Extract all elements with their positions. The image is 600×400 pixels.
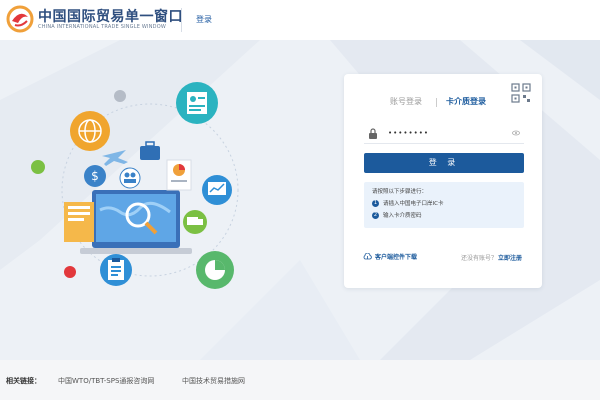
trade-illustration: $ <box>31 82 239 289</box>
lock-icon <box>369 128 377 139</box>
clipboard-icon <box>100 254 132 286</box>
related-links-label: 相关链接： <box>6 377 41 385</box>
computer-monitor-icon <box>80 190 192 254</box>
header-divider <box>181 8 182 32</box>
instruction-title: 请按照以下步骤进行： <box>372 189 428 195</box>
tab-separator <box>436 98 437 107</box>
globe-icon <box>70 111 110 151</box>
footer-link-tbt[interactable]: 中国技术贸易措施网 <box>182 376 245 386</box>
brand-subtitle: CHINA INTERNATIONAL TRADE SINGLE WINDOW <box>38 24 166 30</box>
briefcase-icon <box>140 141 160 160</box>
header-login-link[interactable]: 登录 <box>196 14 212 25</box>
presentation-chart-icon <box>202 175 232 205</box>
cloud-download-icon <box>363 253 372 260</box>
password-input[interactable] <box>388 126 498 140</box>
decorative-dot-red <box>64 266 76 278</box>
login-tabs: 账号登录 卡介质登录 <box>344 96 542 110</box>
delivery-truck-icon <box>183 210 207 234</box>
instruction-step: 2 输入卡介质密码 <box>372 211 422 219</box>
document-stack-icon <box>64 202 94 242</box>
pie-report-icon <box>166 159 192 191</box>
instruction-step: 1 请插入中国电子口岸IC卡 <box>372 199 443 207</box>
client-download-link[interactable]: 客户端控件下载 <box>363 252 417 261</box>
step-text: 请插入中国电子口岸IC卡 <box>383 201 444 207</box>
profile-card-icon <box>176 82 218 124</box>
password-field[interactable] <box>364 124 524 144</box>
svg-text:$: $ <box>91 169 99 183</box>
register-link[interactable]: 立即注册 <box>498 253 522 262</box>
dollar-icon: $ <box>84 165 106 187</box>
tab-account-login[interactable]: 账号登录 <box>390 96 422 107</box>
pie-chart-icon <box>196 251 234 289</box>
step-text: 输入卡介质密码 <box>383 213 422 219</box>
footer: 相关链接： 中国WTO/TBT-SPS通报咨询网 中国技术贸易措施网 <box>0 360 600 400</box>
step-number-badge: 1 <box>372 199 379 207</box>
no-account-text: 还没有账号？ <box>461 255 498 262</box>
instruction-box: 请按照以下步骤进行： 1 请插入中国电子口岸IC卡 2 输入卡介质密码 <box>364 182 524 228</box>
footer-link-wto[interactable]: 中国WTO/TBT-SPS通报咨询网 <box>58 376 154 386</box>
client-download-label: 客户端控件下载 <box>375 254 418 261</box>
step-number-badge: 2 <box>372 211 379 219</box>
show-password-icon[interactable] <box>512 130 520 136</box>
brand-title: 中国国际贸易单一窗口 <box>38 9 183 25</box>
top-header: 中国国际贸易单一窗口 CHINA INTERNATIONAL TRADE SIN… <box>0 0 600 40</box>
login-submit-button[interactable]: 登 录 <box>364 153 524 173</box>
airplane-icon <box>102 150 128 166</box>
tab-card-login[interactable]: 卡介质登录 <box>446 96 486 107</box>
china-trade-window-logo <box>6 5 34 33</box>
decorative-dot-green <box>31 160 45 174</box>
decorative-dot-gray <box>114 90 126 102</box>
people-icon <box>119 167 141 189</box>
